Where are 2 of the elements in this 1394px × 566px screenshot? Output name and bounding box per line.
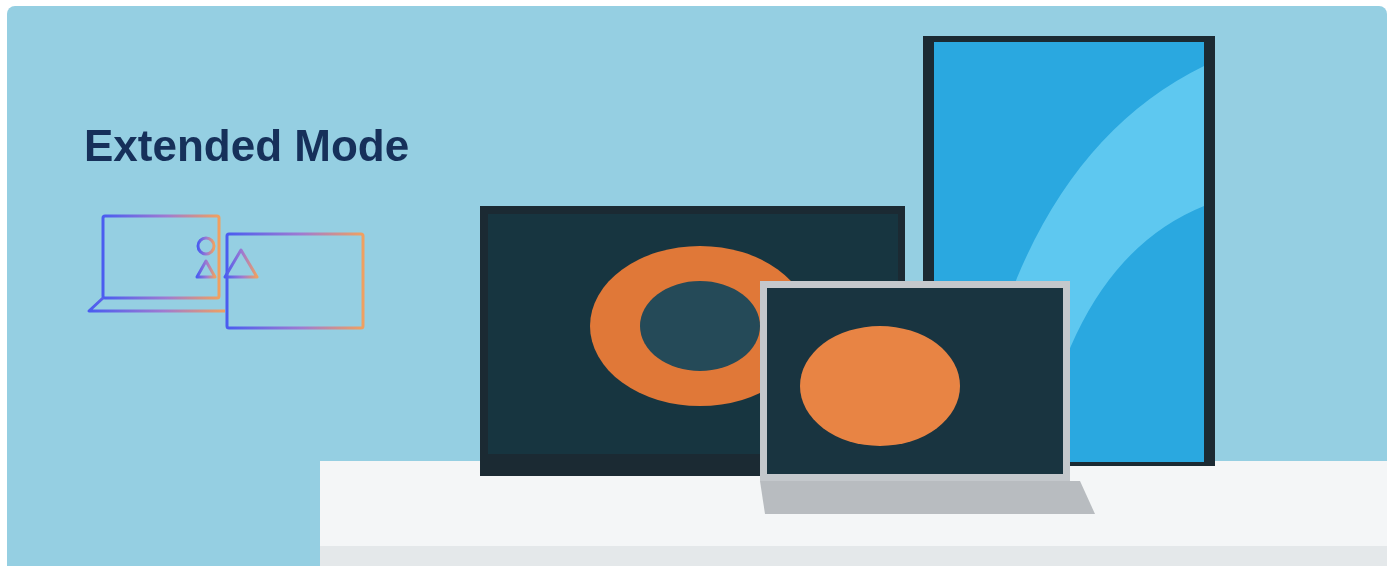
banner-heading: Extended Mode [84,120,410,172]
extended-display-icon [85,213,367,331]
